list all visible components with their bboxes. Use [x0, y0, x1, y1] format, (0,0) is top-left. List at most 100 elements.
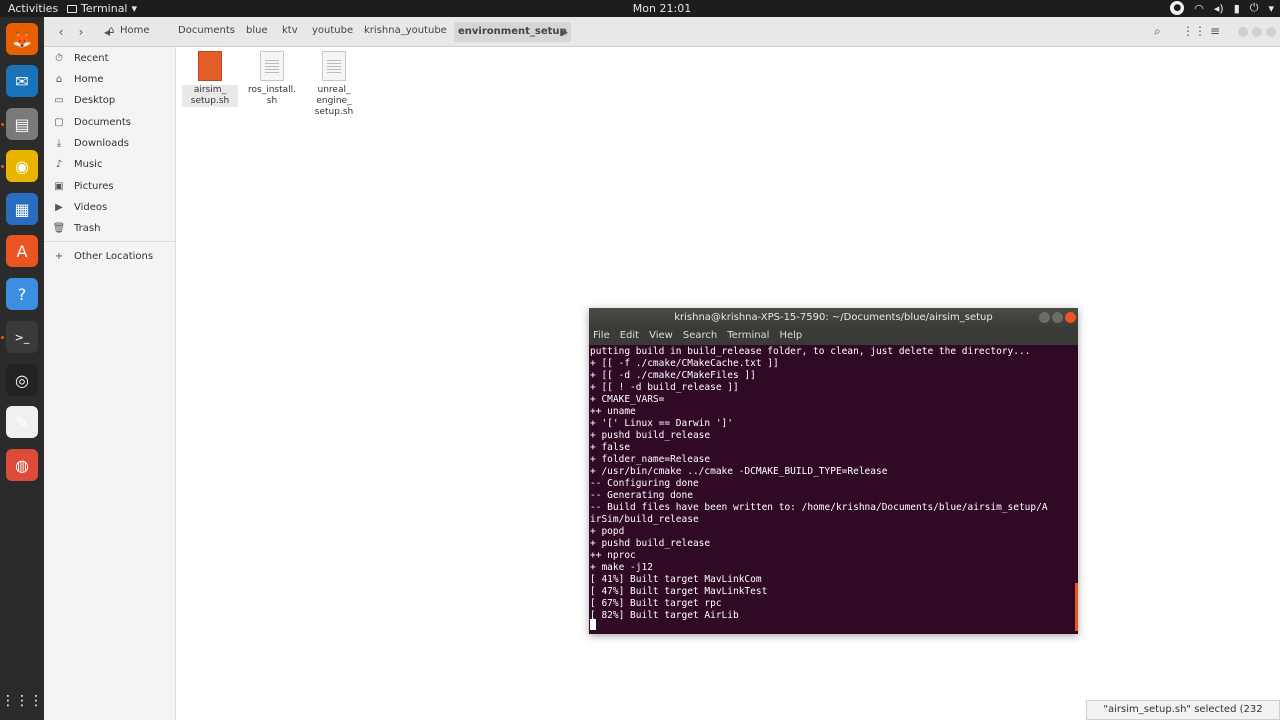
obs-icon[interactable]: ◎ [6, 364, 38, 396]
sidebar-item-downloads[interactable]: ⤓ Downloads [44, 133, 176, 153]
power-icon[interactable]: ⏻ [1250, 1, 1259, 15]
writer-icon[interactable]: ▦ [6, 193, 38, 225]
wifi-icon[interactable]: ◠ [1194, 2, 1204, 15]
help-icon-glyph: ? [17, 284, 27, 304]
sidebar-item-label: Recent [74, 52, 109, 64]
show-applications-icon[interactable]: ⋮⋮⋮ [1, 685, 43, 717]
terminal-line: [ 67%] Built target rpc [590, 598, 722, 609]
menu-icon[interactable]: ≡ [1210, 24, 1220, 38]
sidebar-item-trash[interactable]: 🗑 Trash [44, 218, 176, 238]
chevron-down-icon[interactable]: ▾ [1268, 2, 1274, 15]
help-icon[interactable]: ? [6, 278, 38, 310]
sidebar-item-label: Videos [74, 201, 108, 213]
sidebar-item-desktop[interactable]: ▭ Desktop [44, 90, 176, 110]
other-locations-icon: + [54, 250, 64, 262]
breadcrumb-ktv[interactable]: ktv [282, 25, 298, 36]
sidebar-item-videos[interactable]: ▶ Videos [44, 197, 176, 217]
file-item[interactable]: airsim_ setup.sh [182, 51, 238, 107]
terminal-menu-view[interactable]: View [649, 327, 673, 345]
terminal-line: + pushd build_release [590, 538, 711, 549]
writer-icon-glyph: ▦ [14, 199, 30, 219]
terminal-menu-edit[interactable]: Edit [620, 327, 639, 345]
running-indicator [1, 123, 4, 126]
clock[interactable]: Mon 21:01 [0, 2, 1280, 15]
record-icon[interactable]: ● [1170, 1, 1185, 15]
back-icon[interactable]: ‹ [52, 22, 70, 42]
terminal-menu-file[interactable]: File [593, 327, 610, 345]
terminal-line: + false [590, 442, 631, 453]
breadcrumb-blue[interactable]: blue [246, 25, 268, 36]
minimize-button[interactable] [1039, 312, 1050, 323]
chrome-icon[interactable]: ◍ [6, 449, 38, 481]
terminal-line: + '[' Linux == Darwin ']' [590, 418, 733, 429]
system-tray[interactable]: ● ◠ ◂) ▮ ⏻ ▾ [1170, 1, 1274, 15]
maximize-button[interactable] [1252, 27, 1262, 37]
file-item[interactable]: unreal_ engine_ setup.sh [306, 51, 362, 118]
sidebar-item-label: Trash [74, 222, 101, 234]
close-button[interactable] [1065, 312, 1076, 323]
breadcrumb-documents[interactable]: Documents [178, 25, 235, 36]
sidebar-item-documents[interactable]: ▢ Documents [44, 112, 176, 132]
terminal-window[interactable]: krishna@krishna-XPS-15-7590: ~/Documents… [589, 308, 1078, 634]
pictures-icon: ▣ [54, 180, 64, 192]
text-lines-decoration [265, 60, 279, 74]
file-name: ros_install. sh [248, 85, 296, 106]
search-icon[interactable]: ⌕ [1154, 24, 1161, 39]
breadcrumb-environment-setup[interactable]: environment_setup [454, 22, 571, 42]
view-options-icon[interactable]: ⋮⋮ [1182, 24, 1206, 38]
terminal-scrollbar[interactable] [1075, 583, 1078, 631]
sidebar-item-label: Documents [74, 116, 132, 128]
terminal-line: + folder_name=Release [590, 454, 711, 465]
terminal-menubar: File Edit View Search Terminal Help [589, 327, 1078, 345]
terminal-line: -- Build files have been written to: /ho… [590, 502, 1048, 513]
breadcrumb-krishna-youtube[interactable]: krishna_youtube [364, 25, 447, 36]
text-lines-decoration [327, 60, 341, 74]
trash-icon: 🗑 [52, 222, 66, 234]
terminal-titlebar[interactable]: krishna@krishna-XPS-15-7590: ~/Documents… [589, 308, 1078, 327]
files-icon[interactable]: ▤ [6, 108, 38, 140]
terminal-line: putting build in build_release folder, t… [590, 346, 1031, 357]
breadcrumb-youtube[interactable]: youtube [312, 25, 353, 36]
volume-icon[interactable]: ◂) [1214, 2, 1224, 15]
minimize-button[interactable] [1238, 27, 1248, 37]
text-file-icon [322, 51, 346, 81]
sidebar-item-label: Pictures [74, 180, 114, 192]
breadcrumb-right-arrow-icon[interactable]: ▸ [556, 22, 574, 42]
close-button[interactable] [1266, 27, 1276, 37]
file-name: unreal_ engine_ setup.sh [314, 85, 354, 117]
terminal-line: -- Configuring done [590, 478, 699, 489]
sidebar-item-label: Home [74, 73, 104, 85]
sidebar-item-home[interactable]: ⌂ Home [44, 69, 176, 89]
sidebar-item-pictures[interactable]: ▣ Pictures [44, 176, 176, 196]
forward-icon[interactable]: › [72, 22, 90, 42]
thunderbird-icon[interactable]: ✉ [6, 65, 38, 97]
file-item[interactable]: ros_install. sh [244, 51, 300, 107]
terminal-line: [ 41%] Built target MavLinkCom [590, 574, 762, 585]
dock: 🦊 ✉ ▤ ◉ ▦ A? >_ ◎ ✎ ◍ ⋮⋮⋮ [0, 17, 44, 720]
file-name: airsim_ setup.sh [182, 85, 238, 107]
breadcrumb-home[interactable]: Home [120, 25, 150, 36]
text-editor-icon-glyph: ✎ [15, 412, 29, 432]
sidebar-item-other-locations[interactable]: + Other Locations [44, 246, 176, 266]
terminal-menu-search[interactable]: Search [683, 327, 717, 345]
software-icon[interactable]: A [6, 235, 38, 267]
terminal-icon[interactable]: >_ [6, 321, 38, 353]
terminal-line: + [[ -f ./cmake/CMakeCache.txt ]] [590, 358, 779, 369]
files-icon-glyph: ▤ [14, 114, 30, 134]
sidebar-item-recent[interactable]: ⏱ Recent [44, 48, 176, 68]
sidebar-item-label: Music [74, 158, 103, 170]
sidebar-item-music[interactable]: ♪ Music [44, 154, 176, 174]
terminal-line: [ 82%] Built target AirLib [590, 610, 739, 621]
sidebar-item-label: Downloads [74, 137, 129, 149]
rhythmbox-icon[interactable]: ◉ [6, 150, 38, 182]
terminal-output[interactable]: putting build in build_release folder, t… [589, 345, 1078, 634]
terminal-line: [ 47%] Built target MavLinkTest [590, 586, 768, 597]
home-icon: ⌂ [55, 73, 63, 85]
sidebar: ⏱ Recent ⌂ Home ▭ Desktop ▢ Documents ⤓ Downloads… [44, 47, 176, 720]
terminal-menu-terminal[interactable]: Terminal [727, 327, 769, 345]
terminal-menu-help[interactable]: Help [779, 327, 802, 345]
firefox-icon[interactable]: 🦊 [6, 23, 38, 55]
battery-icon[interactable]: ▮ [1234, 2, 1240, 15]
text-editor-icon[interactable]: ✎ [6, 406, 38, 438]
maximize-button[interactable] [1052, 312, 1063, 323]
